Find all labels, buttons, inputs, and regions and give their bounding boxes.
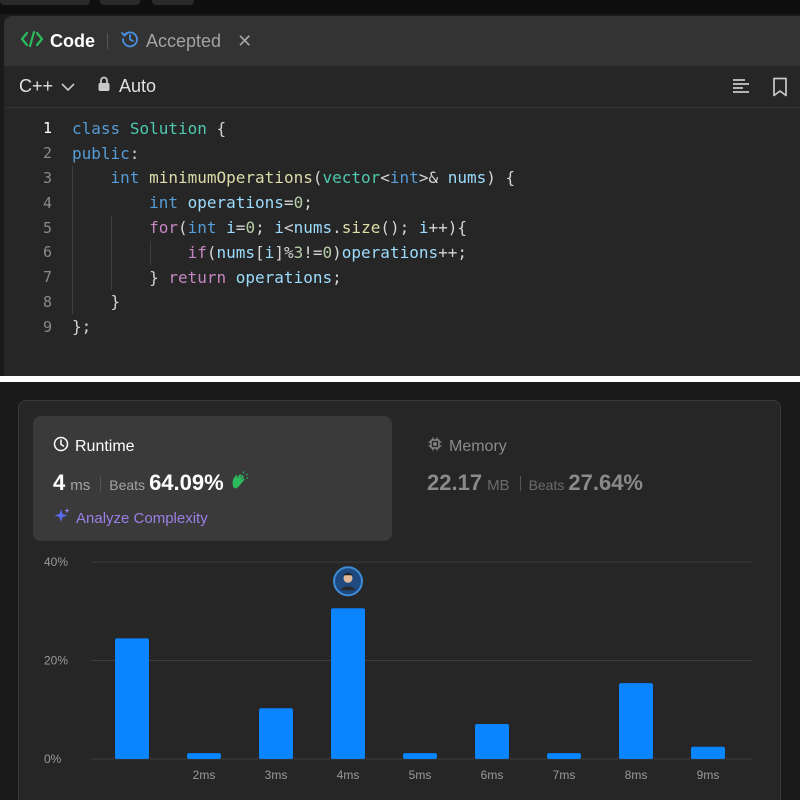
y-tick-label: 0% (44, 752, 62, 766)
chart-bar[interactable] (619, 683, 653, 759)
code-line: 6 if(nums[i]%3!=0)operations++; (4, 240, 800, 265)
x-tick-label: 9ms (697, 768, 720, 782)
line-number: 5 (42, 218, 52, 237)
code-line: 9}; (4, 314, 800, 339)
line-number: 6 (42, 243, 52, 262)
x-tick-label: 3ms (265, 768, 288, 782)
editor-toolbar: C++ Auto (4, 66, 800, 108)
lock-icon (97, 76, 111, 97)
x-tick-label: 5ms (409, 768, 432, 782)
close-icon[interactable]: ✕ (237, 31, 252, 52)
code-brackets-icon (20, 30, 44, 53)
code-line: 7 } return operations; (4, 265, 800, 290)
submission-result-panel: Runtime 4 ms Beats 64.09% Analyze Comple… (18, 400, 781, 800)
toolbar-actions (732, 77, 788, 102)
tab-code[interactable]: Code (20, 30, 95, 53)
line-number: 8 (42, 292, 52, 311)
x-tick-label: 8ms (625, 768, 648, 782)
chart-bar[interactable] (259, 708, 293, 759)
code-text: int minimumOperations(vector<int>& nums)… (110, 168, 516, 188)
divider (0, 376, 800, 382)
x-tick-label: 2ms (193, 768, 216, 782)
line-number: 1 (42, 119, 52, 138)
y-tick-label: 20% (44, 654, 68, 668)
top-strip (0, 0, 800, 14)
x-tick-label: 7ms (553, 768, 576, 782)
code-text: for(int i=0; i<nums.size(); i++){ (149, 218, 468, 238)
code-text: class Solution { (72, 118, 227, 138)
runtime-distribution-chart[interactable]: 0% 20% 40% 2ms 3ms 4ms 5ms 6ms 7ms 8ms 9ms (19, 401, 782, 800)
code-text: if(nums[i]%3!=0)operations++; (187, 242, 467, 262)
code-line: 5 for(int i=0; i<nums.size(); i++){ (4, 215, 800, 240)
chart-bar[interactable] (403, 753, 437, 759)
top-tab-stub[interactable] (100, 0, 140, 5)
x-tick-label: 6ms (481, 768, 504, 782)
line-number: 4 (42, 193, 52, 212)
top-tab-stub[interactable] (0, 0, 90, 5)
editor-tabbar: Code Accepted ✕ (4, 16, 800, 66)
tab-code-label: Code (50, 30, 95, 51)
y-tick-label: 40% (44, 555, 68, 569)
code-editor[interactable]: 1 class Solution { 2 public: 3 int minimum… (4, 108, 800, 339)
chart-bar[interactable] (475, 724, 509, 759)
chevron-down-icon (61, 76, 75, 97)
language-select[interactable]: C++ (19, 76, 75, 97)
code-line: 3 int minimumOperations(vector<int>& num… (4, 166, 800, 191)
tab-accepted-label: Accepted (146, 30, 222, 51)
code-text: public: (72, 143, 140, 163)
line-number: 7 (42, 268, 52, 287)
line-number: 2 (42, 144, 52, 163)
chart-bar[interactable] (187, 753, 221, 759)
chart-bar[interactable] (691, 746, 725, 759)
chart-bar[interactable] (115, 638, 149, 759)
chart-bar[interactable] (331, 608, 365, 759)
language-label: C++ (19, 76, 54, 96)
line-number: 3 (42, 168, 52, 187)
auto-mode[interactable]: Auto (97, 76, 156, 97)
code-text: }; (72, 317, 92, 337)
code-panel: Code Accepted ✕ C++ Auto 1 class Solutio… (4, 16, 800, 376)
bookmark-icon[interactable] (772, 77, 788, 102)
code-line: 1 class Solution { (4, 116, 800, 141)
tab-separator (107, 33, 108, 49)
code-line: 8 } (4, 290, 800, 315)
top-tab-stub[interactable] (152, 0, 194, 5)
mode-label: Auto (119, 76, 157, 96)
code-text: } return operations; (149, 267, 342, 287)
code-line: 4 int operations=0; (4, 190, 800, 215)
line-number: 9 (42, 317, 52, 336)
x-tick-label: 4ms (337, 768, 360, 782)
format-icon[interactable] (732, 77, 750, 102)
tab-accepted[interactable]: Accepted ✕ (120, 29, 252, 54)
code-text: int operations=0; (149, 193, 313, 213)
history-icon (120, 29, 140, 54)
code-line: 2 public: (4, 141, 800, 166)
chart-bar[interactable] (547, 753, 581, 759)
code-text: } (110, 292, 121, 312)
